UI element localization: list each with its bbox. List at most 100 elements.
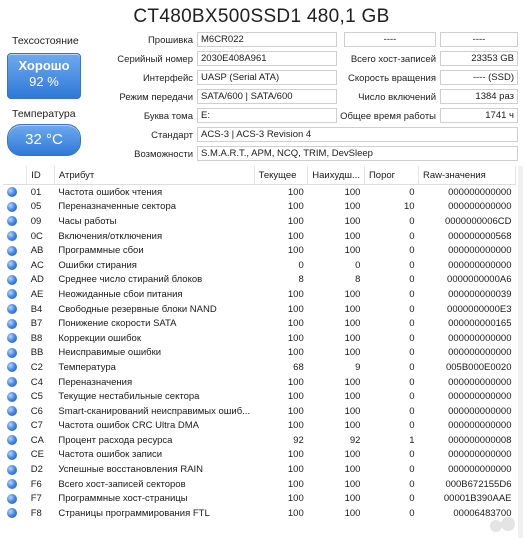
cell-raw: 000000000000	[448, 332, 512, 344]
table-row[interactable]: 01 Частота ошибок чтения 100 100 0 0000000000…	[3, 185, 516, 200]
cell-worst: 100	[344, 449, 361, 461]
table-row[interactable]: D2 Успешные восстановления RAIN 100 100 0 000…	[3, 462, 516, 477]
right-label-blank: ----	[344, 32, 436, 47]
cell-threshold: 0	[409, 507, 415, 519]
cell-raw: 000000000000	[448, 376, 512, 388]
cell-attribute: Среднее число стираний блоков	[58, 274, 203, 286]
table-row[interactable]: CE Частота ошибок записи 100 100 0 0000000000…	[3, 448, 516, 463]
header-worst[interactable]: Наихудш...	[307, 166, 365, 185]
temperature-label: Температура	[12, 108, 76, 120]
cell-current: 100	[287, 201, 304, 213]
cell-worst: 100	[344, 186, 361, 198]
table-row[interactable]: 0C Включения/отключения 100 100 0 00000000056…	[3, 229, 516, 244]
table-scrollbar[interactable]	[518, 166, 523, 538]
cell-id: C2	[30, 361, 43, 373]
cell-attribute: Smart-сканирований неисправимых ошиб...	[58, 405, 251, 417]
cell-threshold: 0	[409, 405, 415, 417]
table-row[interactable]: B4 Свободные резервные блоки NAND 100 100 0 0…	[3, 302, 516, 317]
cell-current: 100	[287, 215, 304, 227]
status-good-icon	[7, 406, 17, 417]
status-good-icon	[7, 435, 17, 446]
header-status[interactable]	[3, 166, 28, 185]
table-row[interactable]: 09 Часы работы 100 100 0 0000000006CD	[3, 214, 516, 229]
cell-id: BB	[30, 347, 44, 359]
cell-worst: 92	[349, 434, 361, 446]
table-row[interactable]: BB Неисправимые ошибки 100 100 0 000000000000	[3, 346, 516, 361]
cell-id: CA	[30, 434, 44, 446]
status-good-icon	[7, 260, 17, 271]
table-row[interactable]: C2 Температура 68 9 0 005B000E0020	[3, 360, 516, 375]
cell-attribute: Температура	[58, 361, 116, 373]
cell-current: 100	[287, 303, 304, 315]
status-good-icon	[7, 362, 17, 373]
cell-raw: 000000000039	[448, 288, 512, 300]
header-threshold[interactable]: Порог	[364, 166, 420, 185]
features-field: S.M.A.R.T., APM, NCQ, TRIM, DevSleep	[197, 146, 518, 161]
header-attribute[interactable]: Атрибут	[54, 166, 255, 185]
table-row[interactable]: AD Среднее число стираний блоков 8 8 0 000000…	[3, 273, 516, 288]
cell-worst: 100	[344, 507, 361, 519]
volume-letter-label: Буква тома	[143, 111, 193, 122]
cell-worst: 100	[344, 245, 361, 257]
cell-worst: 100	[344, 332, 361, 344]
status-dot-cell	[3, 331, 27, 346]
temperature-box[interactable]: 32 °C	[7, 124, 81, 156]
table-row[interactable]: AE Неожиданные сбои питания 100 100 0 0000000…	[3, 287, 516, 302]
table-row[interactable]: AC Ошибки стирания 0 0 0 000000000000	[3, 258, 516, 273]
status-dot-cell	[3, 375, 27, 390]
health-label: Техсостояние	[12, 35, 79, 47]
cell-attribute: Включения/отключения	[58, 230, 163, 242]
status-good-icon	[7, 289, 17, 300]
drive-title: CT480BX500SSD1 480,1 GB	[133, 6, 390, 27]
table-row[interactable]: F8 Страницы программирования FTL 100 100 0 00…	[3, 506, 516, 521]
cell-attribute: Часы работы	[58, 215, 117, 227]
status-good-icon	[7, 449, 17, 460]
cell-threshold: 0	[409, 332, 415, 344]
cell-worst: 100	[344, 391, 361, 403]
status-good-icon	[7, 347, 17, 358]
table-row[interactable]: F6 Всего хост-записей секторов 100 100 0 000B…	[3, 477, 516, 492]
cell-worst: 100	[344, 464, 361, 476]
cell-raw: 000000000000	[448, 186, 512, 198]
power-on-hours-label: Общее время работы	[340, 111, 436, 122]
table-row[interactable]: B8 Коррекции ошибок 100 100 0 000000000000	[3, 331, 516, 346]
status-dot-cell	[3, 287, 27, 302]
header-id[interactable]: ID	[26, 166, 55, 185]
cell-attribute: Свободные резервные блоки NAND	[58, 303, 217, 315]
cell-attribute: Ошибки стирания	[58, 259, 137, 271]
status-dot-cell	[3, 404, 27, 419]
cell-current: 100	[287, 507, 304, 519]
cell-raw: 000000000000	[448, 245, 512, 257]
cell-worst: 100	[344, 376, 361, 388]
cell-id: C4	[30, 376, 43, 388]
health-status-box[interactable]: Хорошо 92 %	[7, 53, 81, 99]
header-raw[interactable]: Raw-значения	[418, 166, 516, 185]
cell-current: 100	[287, 332, 304, 344]
table-row[interactable]: 05 Переназначенные сектора 100 100 10 0000000…	[3, 200, 516, 215]
cell-id: F8	[30, 507, 42, 519]
cell-raw: 000000000008	[448, 434, 512, 446]
header-current[interactable]: Текущее	[254, 166, 309, 185]
status-good-icon	[7, 318, 17, 329]
status-dot-cell	[3, 214, 27, 229]
cell-attribute: Коррекции ошибок	[58, 332, 141, 344]
table-row[interactable]: F7 Программные хост-страницы 100 100 0 00001B…	[3, 491, 516, 506]
cell-worst: 100	[344, 288, 361, 300]
table-row[interactable]: C7 Частота ошибок CRC Ultra DMA 100 100 0 000…	[3, 419, 516, 434]
cell-worst: 100	[344, 347, 361, 359]
table-row[interactable]: AB Программные сбои 100 100 0 000000000000	[3, 243, 516, 258]
table-row[interactable]: C4 Переназначения 100 100 0 000000000000	[3, 375, 516, 390]
cell-threshold: 0	[409, 478, 415, 490]
host-writes-label: Всего хост-записей	[350, 54, 436, 65]
table-row[interactable]: CA Процент расхода ресурса 92 92 1 0000000000…	[3, 433, 516, 448]
table-row[interactable]: C6 Smart-сканирований неисправимых ошиб..…	[3, 404, 516, 419]
cell-id: 05	[30, 201, 42, 213]
cell-worst: 100	[344, 405, 361, 417]
status-good-icon	[7, 391, 17, 402]
status-good-icon	[7, 201, 17, 212]
smart-attributes-table: ID Атрибут Текущее Наихудш... Порог Raw-…	[3, 166, 516, 521]
cell-threshold: 0	[409, 376, 415, 388]
table-row[interactable]: B7 Понижение скорости SATA 100 100 0 00000000…	[3, 316, 516, 331]
table-row[interactable]: C5 Текущие нестабильные сектора 100 100 0 000…	[3, 389, 516, 404]
cell-threshold: 0	[409, 464, 415, 476]
